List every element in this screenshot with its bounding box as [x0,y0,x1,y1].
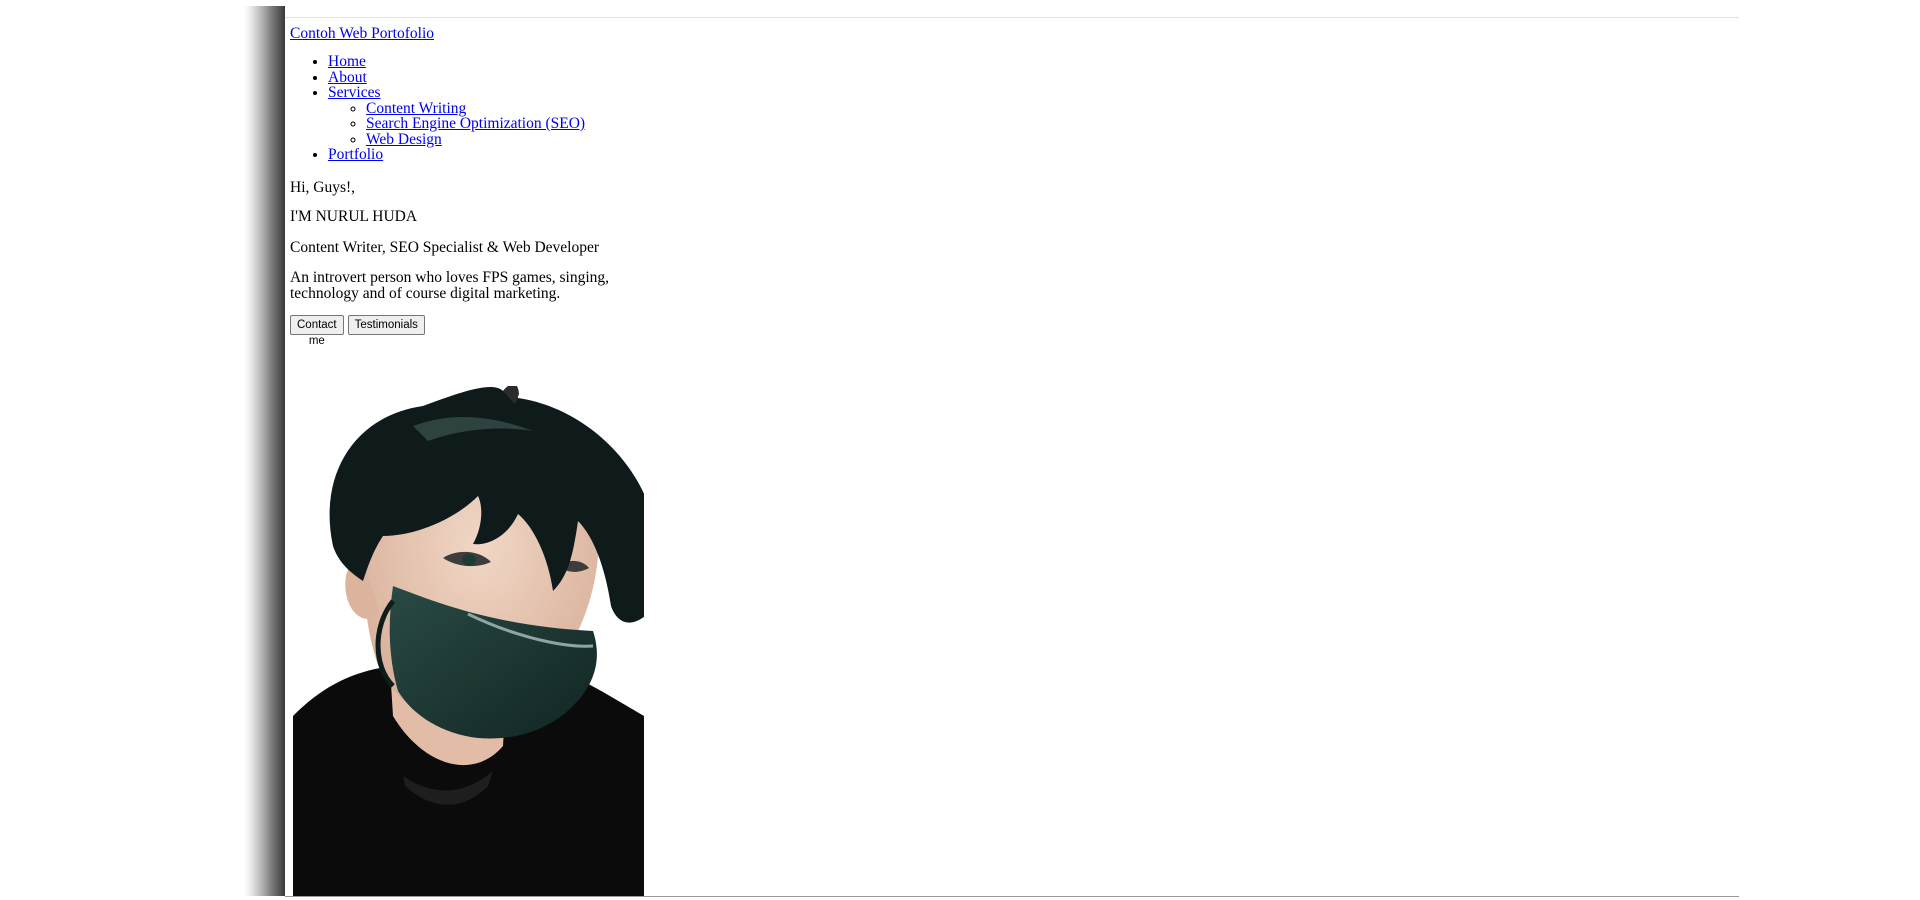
submenu-link-seo[interactable]: Search Engine Optimization (SEO) [366,115,585,132]
nav-link-portfolio[interactable]: Portfolio [328,146,383,163]
hero-greeting: Hi, Guys!, [290,179,356,196]
window-bottom-border [285,896,1739,897]
nav-link-about[interactable]: About [328,69,367,86]
nav-link-home[interactable]: Home [328,53,366,70]
contact-me-button[interactable]: Contact me [290,315,344,347]
submenu-link-content-writing[interactable]: Content Writing [366,100,466,117]
services-submenu: Content Writing Search Engine Optimizati… [328,100,585,148]
submenu-item-seo: Search Engine Optimization (SEO) [366,116,585,132]
portrait-illustration [293,386,644,896]
hero-buttons: Contact me Testimonials [290,315,425,347]
nav-item-home: Home [328,54,585,70]
submenu-link-web-design[interactable]: Web Design [366,131,442,148]
testimonials-button[interactable]: Testimonials [347,315,425,335]
nav-item-about: About [328,69,585,86]
nav-item-portfolio: Portfolio [328,147,585,163]
hero-about: An introvert person who loves FPS games,… [290,269,610,302]
page-viewport: Contoh Web Portofolio Home About Service… [285,18,1739,896]
hero-name: I'M NURUL HUDA [290,208,418,225]
main-navigation: Home About Services Content Writing Sear… [290,54,585,163]
browser-window-shadow [244,6,285,896]
submenu-item-content-writing: Content Writing [366,100,585,117]
nav-item-services: Services Content Writing Search Engine O… [328,85,585,147]
hero-role: Content Writer, SEO Specialist & Web Dev… [290,239,600,256]
portrait-image [293,386,644,896]
submenu-item-web-design: Web Design [366,131,585,148]
nav-link-services[interactable]: Services [328,84,381,101]
brand-link[interactable]: Contoh Web Portofolio [290,25,434,43]
